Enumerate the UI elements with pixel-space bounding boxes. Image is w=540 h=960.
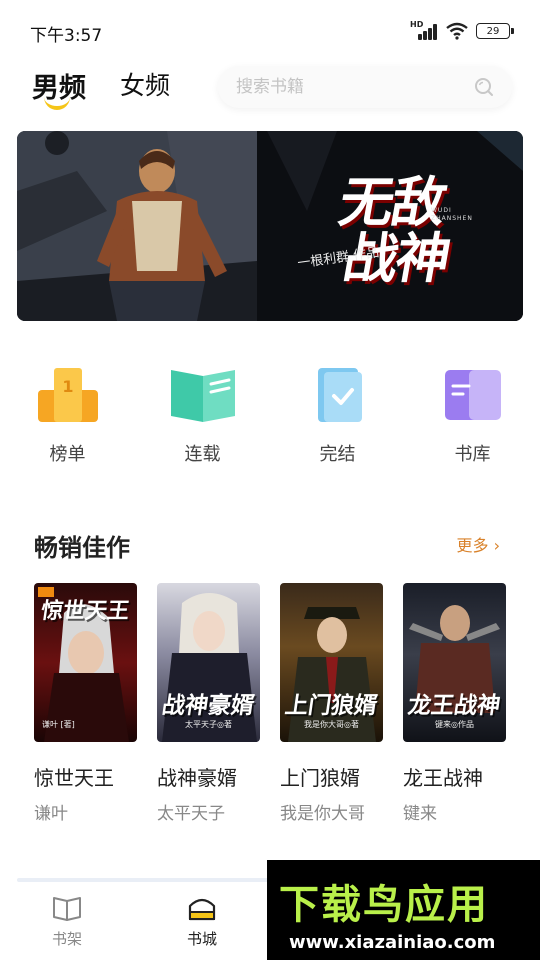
book-card[interactable]: 上门狼婿 我是你大哥◎著 上门狼婿 我是你大哥 [280, 583, 383, 824]
category-label: 完结 [319, 444, 356, 465]
category-completed[interactable]: 完结 [270, 364, 405, 466]
book-card[interactable]: 惊世天王 谦叶 [著] 惊世天王 谦叶 [34, 583, 137, 824]
trophy-icon: 1 [37, 368, 98, 422]
book-title[interactable]: 龙王战神 [403, 762, 506, 791]
book-cover[interactable]: 惊世天王 谦叶 [著] [34, 583, 137, 742]
active-tab-indicator [44, 96, 70, 110]
signal-icon: HD [410, 20, 438, 40]
cover-title: 战神豪婿 [160, 693, 256, 719]
search-icon[interactable] [474, 77, 494, 97]
book-cover[interactable]: 战神豪婿 太平天子◎著 [157, 583, 260, 742]
cover-author: 键来◎作品 [435, 720, 474, 729]
category-ranking[interactable]: 1 榜单 [0, 364, 135, 466]
book-title[interactable]: 惊世天王 [34, 762, 137, 791]
svg-text:1: 1 [62, 377, 73, 396]
book-author: 太平天子 [157, 804, 225, 824]
cover-author: 我是你大哥◎著 [304, 720, 359, 729]
wifi-icon [446, 22, 468, 40]
book-author: 键来 [403, 804, 437, 824]
book-author: 我是你大哥 [280, 804, 365, 824]
book-cover[interactable]: 上门狼婿 我是你大哥◎著 [280, 583, 383, 742]
book-title[interactable]: 战神豪婿 [157, 762, 260, 791]
nav-label: 书城 [186, 930, 217, 948]
battery-indicator: 29 [476, 23, 514, 39]
hd-label: HD [410, 20, 424, 29]
search-input[interactable] [236, 77, 456, 97]
category-label: 连载 [184, 444, 221, 465]
book-card[interactable]: 战神豪婿 太平天子◎著 战神豪婿 太平天子 [157, 583, 260, 824]
cover-title: 惊世天王 [39, 599, 131, 624]
category-label: 榜单 [49, 444, 86, 465]
section-title-bestsellers: 畅销佳作 [34, 534, 130, 562]
completed-book-icon [317, 368, 362, 422]
cover-author: 太平天子◎著 [185, 720, 232, 729]
battery-level: 29 [486, 25, 500, 37]
status-time: 下午3:57 [30, 26, 103, 46]
status-bar: 下午3:57 HD 29 [0, 0, 540, 62]
banner-title: 无敌 战神 [334, 171, 454, 290]
banner-hero-figure [97, 149, 227, 321]
cover-title: 龙王战神 [406, 693, 502, 719]
bookshelf-icon [53, 897, 81, 921]
library-icon [444, 370, 501, 420]
watermark-title: 下载鸟应用 [279, 882, 489, 928]
banner-subtitle: WUDI ZHANSHEN [431, 207, 473, 222]
book-cover[interactable]: 龙王战神 键来◎作品 [403, 583, 506, 742]
open-book-icon [170, 370, 235, 422]
book-title[interactable]: 上门狼婿 [280, 762, 383, 791]
bestseller-list: 惊世天王 谦叶 [著] 惊世天王 谦叶 战神豪婿 太平天子◎著 战神豪婿 太平天… [34, 583, 506, 824]
cover-author: 谦叶 [著] [42, 720, 75, 729]
category-label: 书库 [454, 444, 491, 465]
category-library[interactable]: 书库 [405, 364, 540, 466]
tab-female[interactable]: 女频 [120, 66, 170, 102]
nav-bookstore[interactable]: 书城 [167, 894, 237, 949]
status-icons: HD 29 [410, 20, 514, 40]
nav-label: 书架 [51, 930, 82, 948]
watermark-url: www.xiazainiao.com [289, 932, 496, 953]
category-serializing[interactable]: 连载 [135, 364, 270, 466]
promo-banner[interactable]: 无敌 战神 一根利群 作品 WUDI ZHANSHEN [17, 131, 523, 321]
cover-title: 上门狼婿 [283, 693, 379, 719]
more-link[interactable]: 更多 › [457, 532, 501, 556]
search-bar[interactable] [218, 66, 512, 108]
book-author: 谦叶 [34, 804, 68, 824]
book-card[interactable]: 龙王战神 键来◎作品 龙王战神 键来 [403, 583, 506, 824]
bookstore-icon [188, 898, 216, 921]
watermark-overlay: 下载鸟应用 www.xiazainiao.com [267, 860, 540, 960]
category-row: 1 榜单 连载 完结 书库 [0, 364, 540, 466]
nav-bookshelf[interactable]: 书架 [32, 894, 102, 949]
